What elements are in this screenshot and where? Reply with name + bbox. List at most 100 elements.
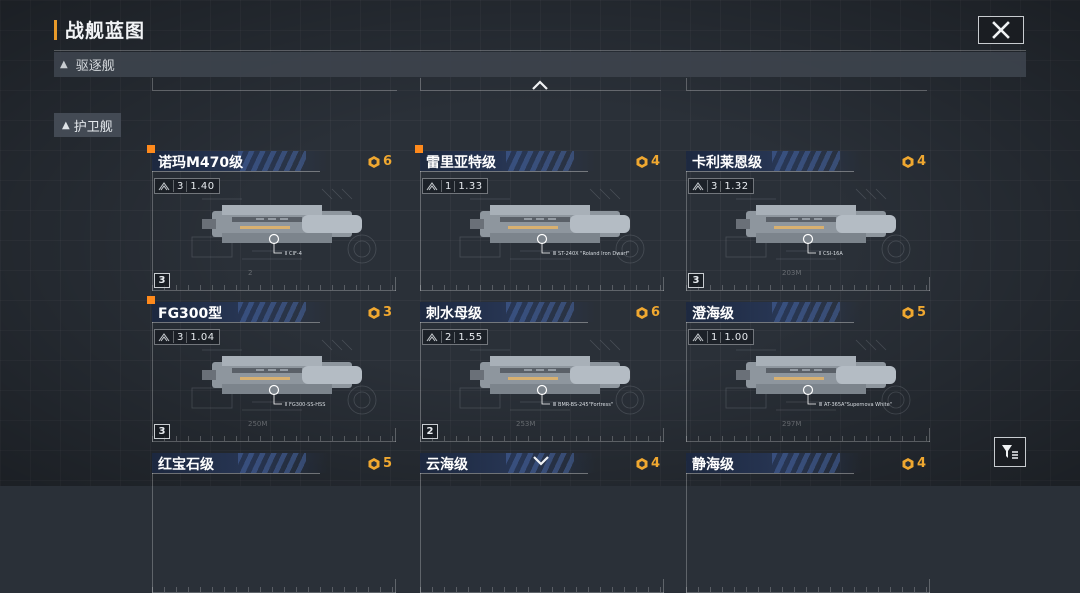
card-frame [686, 310, 687, 442]
slot-count: 5 [367, 456, 392, 471]
slot-count-value: 3 [382, 305, 392, 320]
slot-count: 6 [635, 305, 660, 320]
ship-card[interactable]: 诺玛M470级 6 3 1.40 Ⅱ CIF-4 2 3 [147, 145, 396, 291]
ship-length-label: 2 [248, 269, 252, 277]
chevron-down-icon[interactable] [531, 455, 551, 467]
ship-name: FG300型 [158, 306, 223, 322]
page-title: 战舰蓝图 [65, 20, 146, 42]
ship-blueprint-image: Ⅲ BMR-BS-245"Fortress" 253M [459, 339, 645, 428]
slot-count: 4 [635, 456, 660, 471]
title-accent-bar [54, 19, 57, 40]
ship-name: 雷里亚特级 [426, 155, 496, 171]
filter-icon [1002, 445, 1018, 459]
card-frame [686, 290, 930, 291]
ship-type-icon [155, 180, 174, 192]
new-marker [147, 145, 155, 153]
close-button[interactable] [978, 16, 1024, 44]
hex-slot-icon [636, 306, 648, 319]
ship-length-label: 250M [248, 420, 267, 428]
card-frame [420, 461, 421, 593]
previous-row-frame [686, 78, 927, 91]
ship-card[interactable]: 刺水母级 6 2 1.55 Ⅲ BMR-BS-245"Fortress" 253… [420, 302, 664, 442]
ship-name-stripes [506, 302, 574, 322]
category-tab-label: 护卫舰 [73, 119, 113, 135]
card-frame [420, 441, 664, 442]
slot-count: 3 [367, 305, 392, 320]
ship-name-stripes [238, 302, 306, 322]
category-tab-frigate[interactable]: ▲ 护卫舰 [54, 113, 121, 137]
hex-slot-icon [902, 457, 914, 470]
hex-slot-icon [636, 457, 648, 470]
ship-model-label: Ⅱ CIF-4 [285, 251, 302, 257]
category-bar-destroyer[interactable]: ▲ 驱逐舰 [54, 52, 1026, 77]
card-frame [152, 290, 396, 291]
card-ruler [686, 436, 930, 441]
ship-tier-badge: 2 [422, 424, 438, 439]
ship-card[interactable]: 红宝石级 5 [152, 453, 396, 593]
ship-type-icon [155, 331, 174, 343]
ship-name: 诺玛M470级 [158, 155, 244, 171]
filter-button[interactable] [994, 437, 1026, 467]
ship-tier-badge: 3 [688, 273, 704, 288]
slot-count: 5 [901, 305, 926, 320]
card-frame [686, 159, 687, 291]
ship-name-stripes [506, 151, 574, 171]
ship-name: 卡利莱恩级 [692, 155, 762, 171]
header-divider [54, 50, 1026, 51]
ship-name: 云海级 [426, 457, 468, 473]
new-marker [147, 296, 155, 304]
ship-card[interactable]: 云海级 4 [420, 453, 664, 593]
hex-slot-icon [902, 155, 914, 168]
card-ruler [152, 436, 396, 441]
page-header: 战舰蓝图 [54, 16, 145, 43]
ship-name: 刺水母级 [426, 306, 482, 322]
slot-count: 6 [367, 154, 392, 169]
ship-type-icon [689, 331, 708, 343]
ship-model-label: Ⅲ AT-365A"Supernova White" [819, 402, 892, 408]
ship-length-label: 297M [782, 420, 801, 428]
ship-blueprint-image: Ⅱ FG300-SS-HSS 250M [191, 339, 377, 428]
hex-slot-icon [636, 155, 648, 168]
ship-card[interactable]: 澄海级 5 1 1.00 Ⅲ AT-365A"Supernova White" … [686, 302, 930, 442]
card-ruler [152, 285, 396, 290]
slot-count-value: 5 [916, 305, 926, 320]
ship-type-icon [423, 180, 442, 192]
card-frame [686, 441, 930, 442]
ship-length-label: 203M [782, 269, 801, 277]
slot-count: 4 [635, 154, 660, 169]
ship-blueprint-image: Ⅲ ST-240X "Roland Iron Dwarf" [459, 188, 645, 264]
ship-tier-badge: 3 [154, 424, 170, 439]
ship-card[interactable]: 卡利莱恩级 4 3 1.32 Ⅱ CSI-16A 203M 3 [686, 151, 930, 291]
category-label: 驱逐舰 [75, 59, 115, 74]
ship-blueprint-image: Ⅱ CIF-4 2 [191, 188, 377, 277]
new-marker [415, 145, 423, 153]
collapse-triangle-icon: ▲ [60, 59, 68, 70]
card-frame [686, 461, 687, 593]
card-ruler [420, 285, 664, 290]
card-ruler [420, 587, 664, 592]
card-ruler [686, 285, 930, 290]
ship-model-label: Ⅱ FG300-SS-HSS [285, 402, 325, 408]
ship-name-stripes [238, 453, 306, 473]
hex-slot-icon [368, 457, 380, 470]
slot-count-value: 5 [382, 456, 392, 471]
hex-slot-icon [902, 306, 914, 319]
ship-blueprint-image: Ⅱ CSI-16A 203M [725, 188, 911, 277]
hex-slot-icon [368, 155, 380, 168]
ship-card[interactable]: 雷里亚特级 4 1 1.33 Ⅲ ST-240X "Roland Iron Dw… [415, 145, 664, 291]
card-frame [152, 441, 396, 442]
slot-count-value: 4 [650, 154, 660, 169]
ship-name: 红宝石级 [158, 457, 214, 473]
ship-name-stripes [772, 151, 840, 171]
ship-blueprint-image: Ⅲ AT-365A"Supernova White" 297M [725, 339, 911, 428]
ship-name: 静海级 [692, 457, 734, 473]
ship-name: 澄海级 [692, 306, 734, 322]
card-frame [420, 290, 664, 291]
ship-card[interactable]: 静海级 4 [686, 453, 930, 593]
ship-model-label: Ⅲ ST-240X "Roland Iron Dwarf" [553, 251, 630, 257]
slot-count-value: 4 [916, 456, 926, 471]
ship-model-label: Ⅱ CSI-16A [819, 251, 843, 257]
card-frame [420, 159, 421, 291]
ship-card[interactable]: FG300型 3 3 1.04 Ⅱ FG300-SS-HSS 250M 3 [147, 296, 396, 442]
card-ruler [420, 436, 664, 441]
